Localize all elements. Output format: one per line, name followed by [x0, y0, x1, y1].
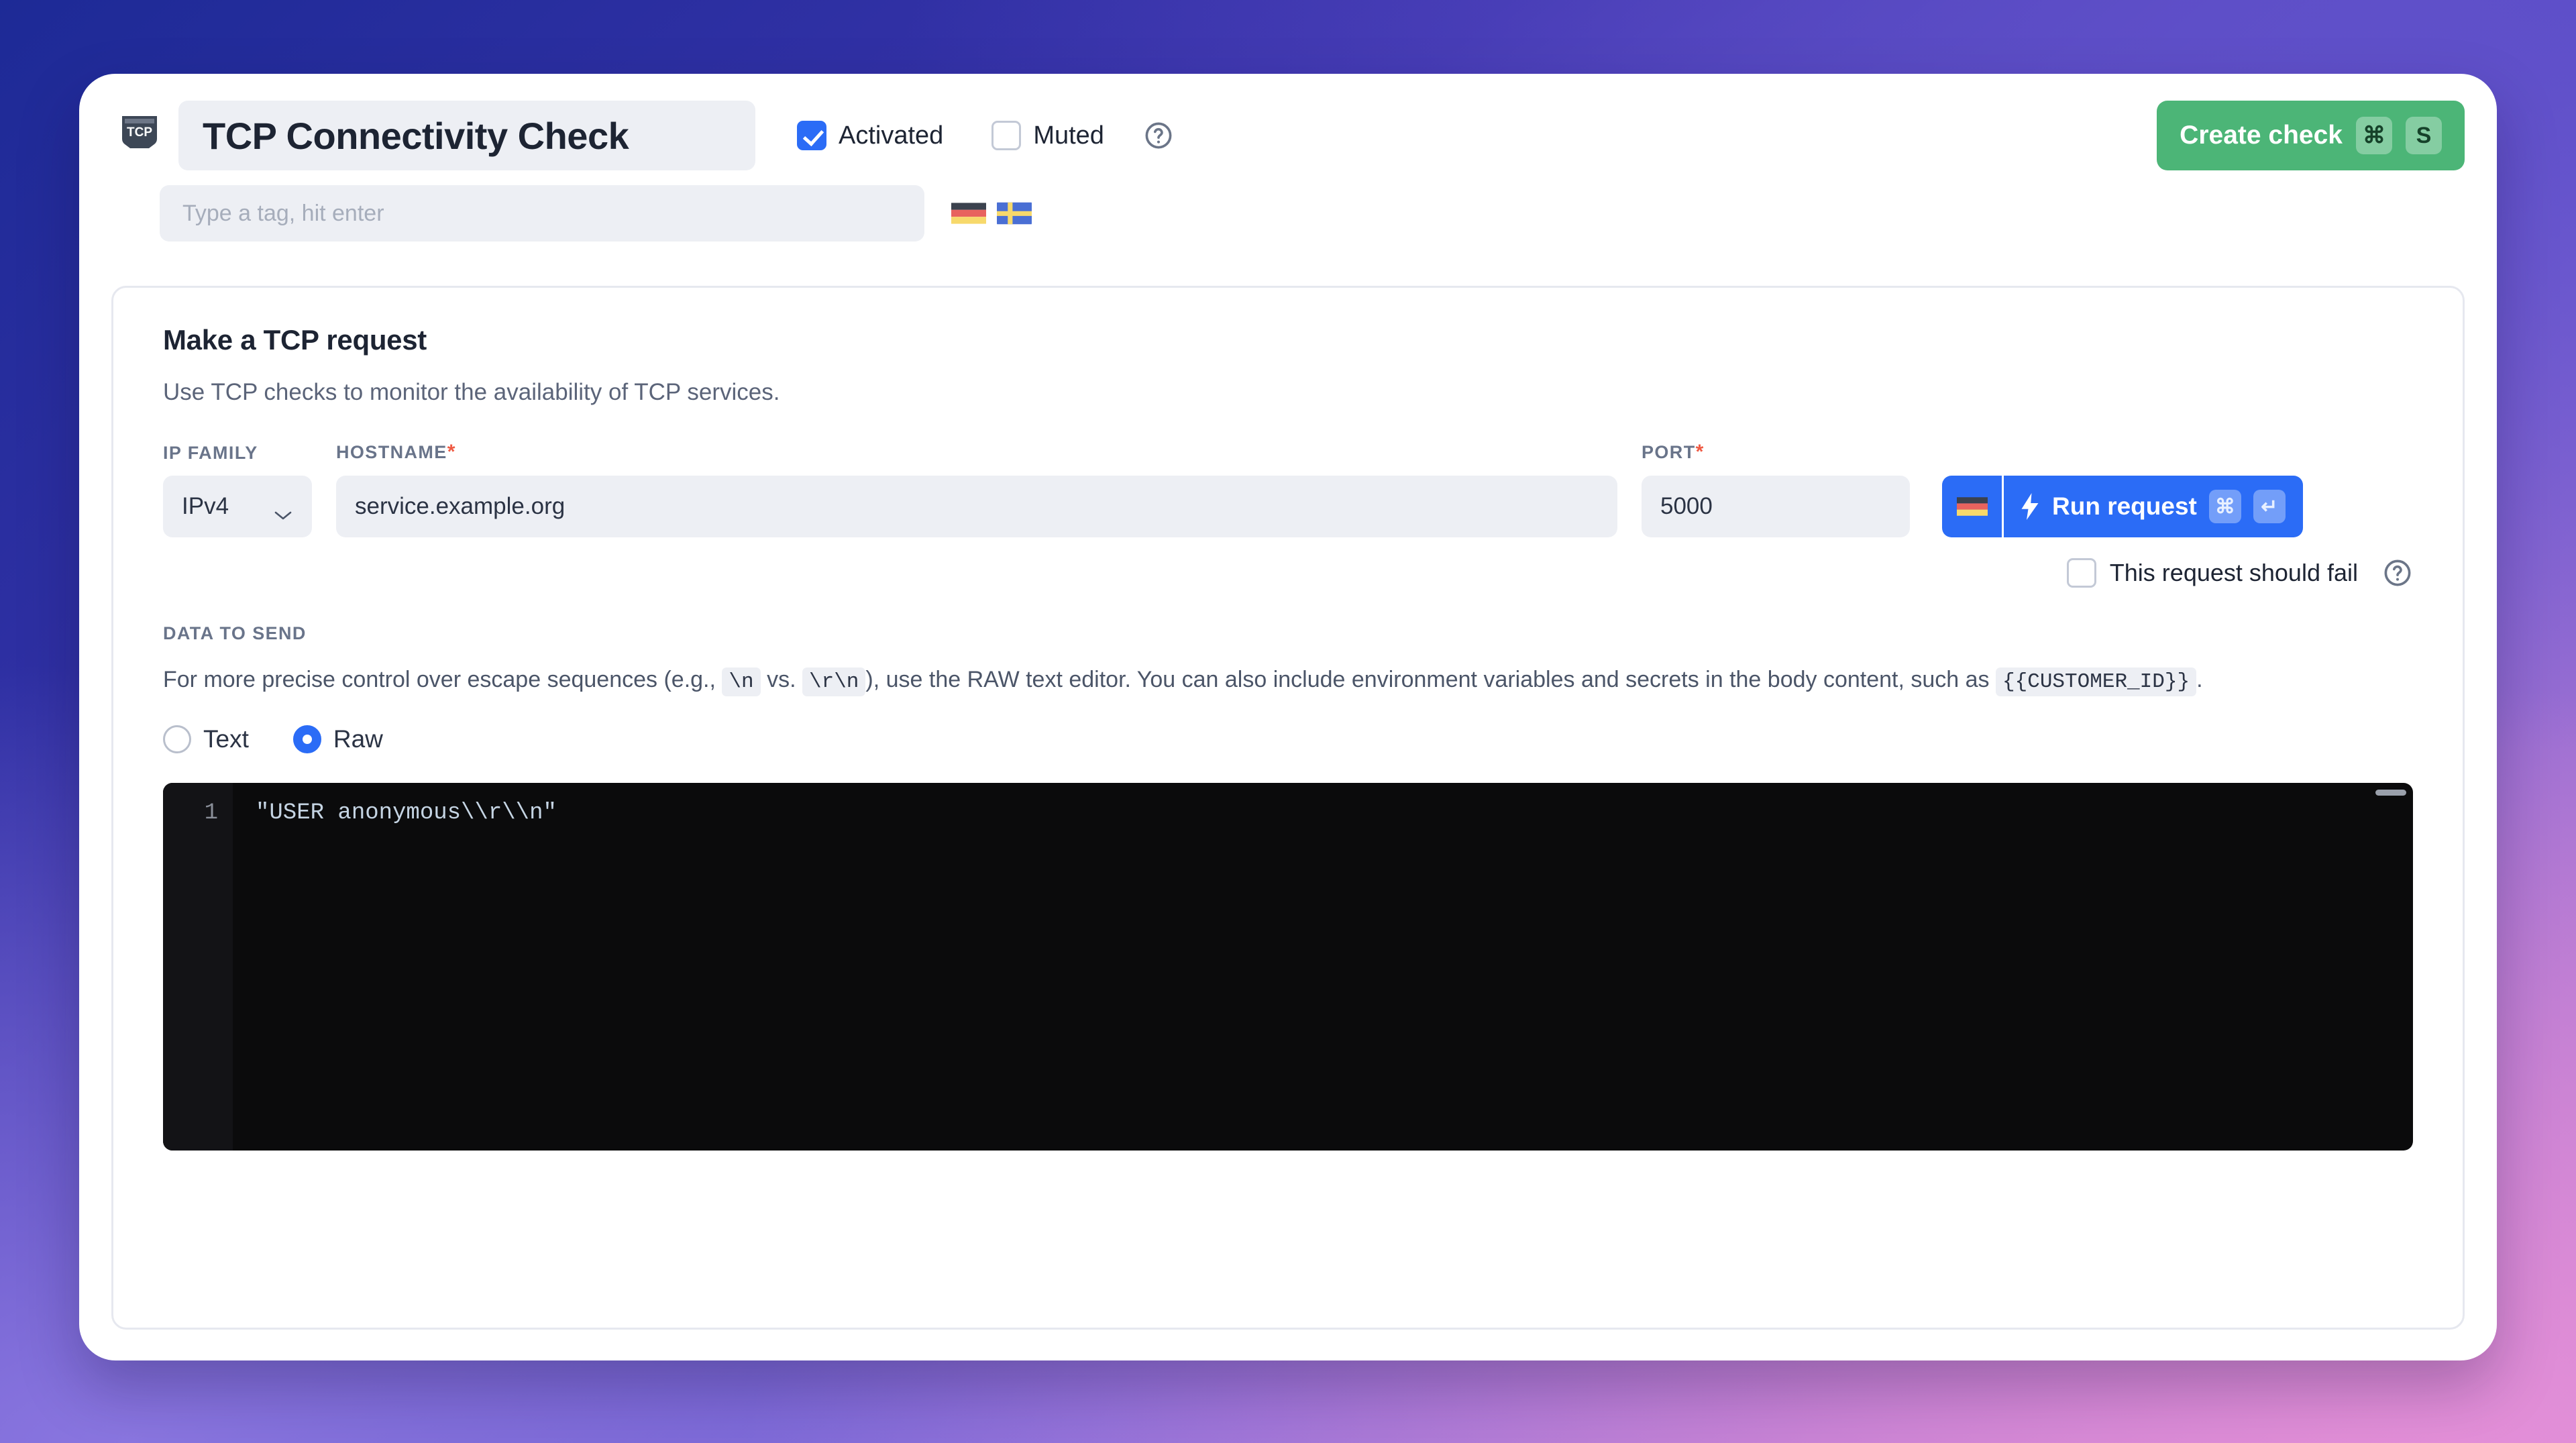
section-subtitle: Use TCP checks to monitor the availabili…	[163, 379, 2413, 406]
body-mode-raw-radio[interactable]	[293, 725, 321, 753]
run-request-main[interactable]: Run request ⌘ ↵	[2004, 476, 2303, 537]
muted-checkbox[interactable]: Muted	[991, 121, 1104, 150]
body-mode-raw-label: Raw	[333, 725, 383, 753]
port-input[interactable]	[1642, 476, 1910, 537]
desc-part-3: .	[2196, 667, 2202, 692]
hostname-label: HOSTNAME*	[336, 441, 1617, 464]
lightning-bolt-icon	[2020, 493, 2040, 520]
check-header: TCP Activated Muted Create che	[79, 74, 2497, 275]
port-field: PORT*	[1642, 441, 1910, 537]
activated-label: Activated	[839, 121, 943, 150]
run-request-shortcut-modifier: ⌘	[2209, 490, 2241, 523]
activated-checkbox[interactable]: Activated	[797, 121, 943, 150]
editor-line-number: 1	[163, 800, 233, 826]
section-title: Make a TCP request	[163, 324, 2413, 356]
ip-family-value: IPv4	[182, 493, 229, 520]
create-check-label: Create check	[2180, 121, 2343, 150]
desc-vs: vs.	[767, 667, 796, 692]
tcp-badge-icon: TCP	[119, 115, 160, 156]
tag-row	[160, 185, 2465, 242]
body-mode-radio-group: Text Raw	[163, 725, 2413, 753]
muted-checkbox-box[interactable]	[991, 121, 1021, 150]
ip-family-select[interactable]: IPv4	[163, 476, 312, 537]
run-request-label: Run request	[2052, 492, 2197, 521]
run-request-location-flag-icon[interactable]	[1942, 476, 2004, 537]
body-mode-text-radio[interactable]	[163, 725, 191, 753]
editor-gutter	[163, 783, 233, 1151]
question-mark-circle-icon[interactable]	[1143, 120, 1174, 151]
code-escape-rn: \r\n	[802, 667, 865, 696]
svg-text:TCP: TCP	[127, 125, 152, 140]
ip-family-label: IP FAMILY	[163, 443, 312, 464]
port-label: PORT*	[1642, 441, 1910, 464]
should-fail-label: This request should fail	[2110, 559, 2358, 587]
run-request-button[interactable]: Run request ⌘ ↵	[1942, 476, 2303, 537]
germany-flag-icon	[951, 201, 986, 225]
editor-horizontal-scrollbar[interactable]	[2375, 790, 2406, 796]
hostname-required-marker: *	[447, 441, 456, 463]
raw-body-code-editor[interactable]: 1 "USER anonymous\\r\\n"	[163, 783, 2413, 1151]
should-fail-checkbox[interactable]	[2067, 558, 2096, 588]
data-to-send-label: DATA TO SEND	[163, 623, 2413, 644]
data-to-send-description: For more precise control over escape seq…	[163, 663, 2296, 698]
request-fields-row: IP FAMILY IPv4 HOSTNAME* PORT*	[163, 441, 2413, 537]
editor-code-line[interactable]: "USER anonymous\\r\\n"	[256, 800, 557, 826]
create-check-button[interactable]: Create check ⌘ S	[2157, 101, 2465, 170]
activated-checkbox-box[interactable]	[797, 121, 826, 150]
create-check-shortcut-modifier: ⌘	[2356, 117, 2392, 154]
ip-family-field: IP FAMILY IPv4	[163, 443, 312, 537]
location-flags	[951, 201, 1032, 225]
hostname-field: HOSTNAME*	[336, 441, 1617, 537]
sweden-flag-icon	[997, 201, 1032, 225]
should-fail-help-icon[interactable]	[2382, 557, 2413, 588]
tcp-request-card: Make a TCP request Use TCP checks to mon…	[111, 286, 2465, 1330]
title-row: TCP Activated Muted Create che	[111, 101, 2465, 170]
tag-input[interactable]	[160, 185, 924, 242]
should-fail-row: This request should fail	[163, 557, 2413, 588]
hostname-input[interactable]	[336, 476, 1617, 537]
muted-label: Muted	[1033, 121, 1104, 150]
create-check-shortcut-key: S	[2406, 117, 2442, 154]
run-request-shortcut-key: ↵	[2253, 490, 2286, 523]
body-mode-text-label: Text	[203, 725, 249, 753]
code-env-var: {{CUSTOMER_ID}}	[1996, 667, 2196, 696]
chevron-down-icon	[273, 500, 293, 513]
desc-part-2: ), use the RAW text editor. You can also…	[865, 667, 1989, 692]
code-escape-n: \n	[722, 667, 760, 696]
desc-part-1: For more precise control over escape seq…	[163, 667, 716, 692]
check-editor-window: TCP Activated Muted Create che	[79, 74, 2497, 1360]
check-name-input[interactable]	[178, 101, 755, 170]
port-required-marker: *	[1696, 441, 1705, 463]
